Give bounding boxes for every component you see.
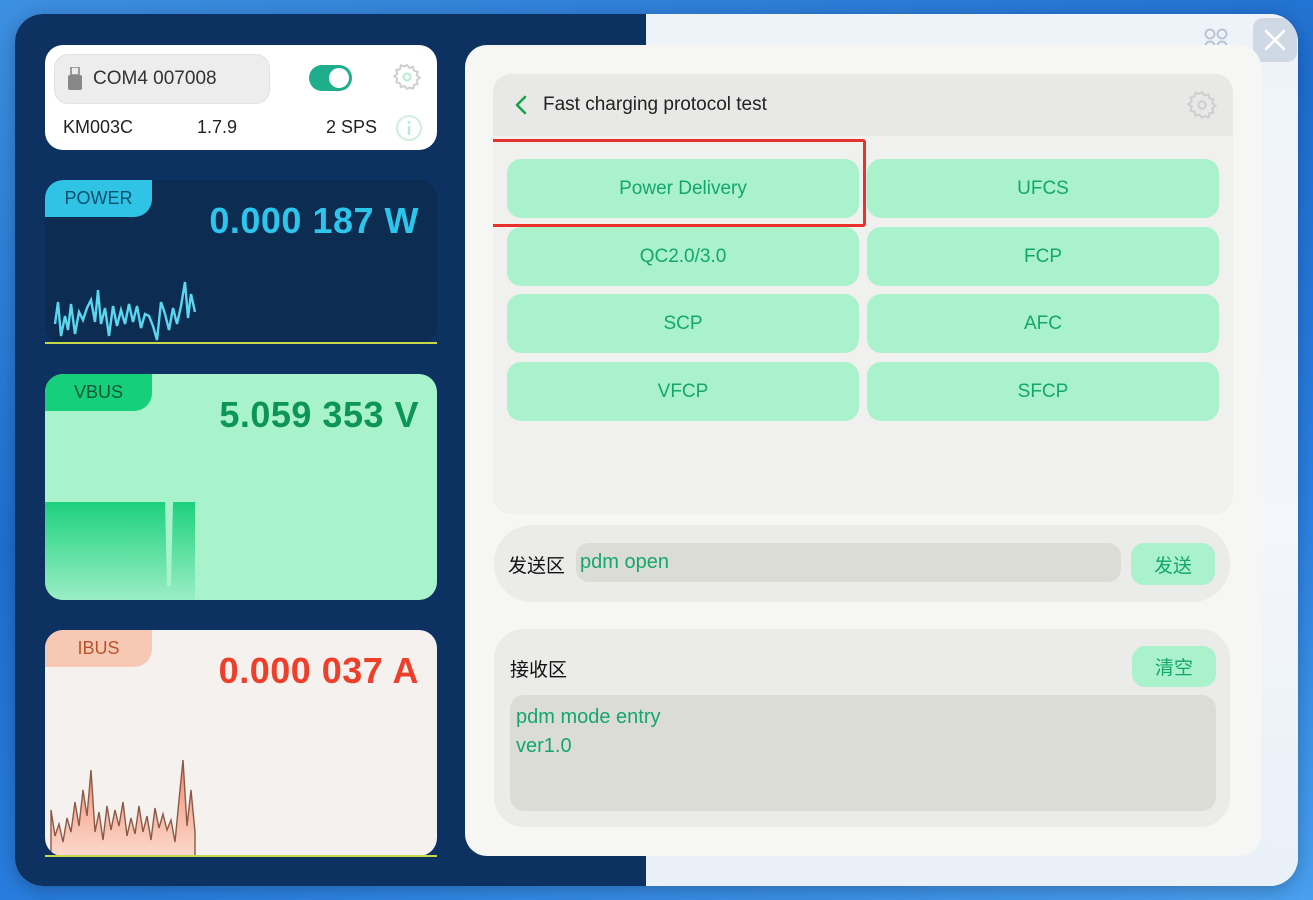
- protocol-header: Fast charging protocol test: [493, 74, 1233, 136]
- usb-icon: [68, 67, 82, 90]
- protocol-button-sfcp[interactable]: SFCP: [867, 362, 1219, 421]
- device-version: 1.7.9: [197, 117, 238, 137]
- vbus-value: 5.059 353 V: [219, 394, 419, 435]
- ibus-panel: IBUS 0.000 037 A: [45, 630, 437, 856]
- power-panel: POWER 0.000 187 W: [45, 180, 437, 344]
- receive-area: 接收区 清空 pdm mode entry ver1.0: [494, 629, 1230, 827]
- device-info-row: KM003C 1.7.9 2 SPS: [63, 114, 423, 142]
- receive-line: pdm mode entry: [516, 706, 661, 728]
- close-icon: [1264, 29, 1286, 51]
- send-area: 发送区 发送: [494, 525, 1230, 602]
- sample-rate: 2 SPS: [326, 117, 378, 137]
- protocol-title: Fast charging protocol test: [543, 94, 767, 115]
- gear-icon[interactable]: [391, 61, 423, 93]
- protocol-button-ufcs[interactable]: UFCS: [867, 159, 1219, 218]
- receive-output[interactable]: pdm mode entry ver1.0: [510, 695, 1216, 811]
- ibus-sparkline: [50, 759, 196, 856]
- send-label: 发送区: [508, 556, 566, 577]
- close-button[interactable]: [1253, 18, 1297, 62]
- info-icon[interactable]: [395, 114, 423, 142]
- connect-toggle[interactable]: [309, 65, 352, 91]
- protocol-button-afc[interactable]: AFC: [867, 294, 1219, 353]
- clear-button[interactable]: 清空: [1132, 646, 1216, 687]
- vbus-panel: VBUS 5.059 353 V: [45, 374, 437, 600]
- receive-label: 接收区: [510, 660, 568, 681]
- vbus-sparkline: [45, 502, 195, 600]
- device-model: KM003C: [63, 117, 134, 137]
- protocol-button-vfcp[interactable]: VFCP: [507, 362, 859, 421]
- back-arrow-icon[interactable]: [511, 94, 531, 116]
- ibus-tag: IBUS: [45, 630, 152, 667]
- port-label: COM4 007008: [93, 68, 217, 89]
- protocol-button-qc[interactable]: QC2.0/3.0: [507, 227, 859, 286]
- power-sparkline: [53, 281, 197, 341]
- gear-icon[interactable]: [1185, 88, 1219, 122]
- device-card: COM4 007008 KM003C 1.7.9 2 SPS: [45, 45, 437, 150]
- power-value: 0.000 187 W: [209, 200, 419, 241]
- protocol-button-fcp[interactable]: FCP: [867, 227, 1219, 286]
- main-panel: Fast charging protocol test Power Delive…: [465, 45, 1261, 856]
- send-input[interactable]: [576, 543, 1121, 582]
- power-divider: [45, 342, 437, 344]
- ibus-value: 0.000 037 A: [218, 650, 419, 691]
- vbus-tag: VBUS: [45, 374, 152, 411]
- protocol-card: Fast charging protocol test Power Delive…: [493, 74, 1233, 514]
- app-window: COM4 007008 KM003C 1.7.9 2 SPS POWER 0.0…: [15, 14, 1298, 886]
- power-tag: POWER: [45, 180, 152, 217]
- protocol-button-scp[interactable]: SCP: [507, 294, 859, 353]
- ibus-divider: [45, 855, 437, 857]
- receive-line: ver1.0: [516, 735, 572, 757]
- protocol-button-power-delivery[interactable]: Power Delivery: [507, 159, 859, 218]
- send-button[interactable]: 发送: [1131, 543, 1215, 585]
- port-selector[interactable]: COM4 007008: [54, 54, 270, 104]
